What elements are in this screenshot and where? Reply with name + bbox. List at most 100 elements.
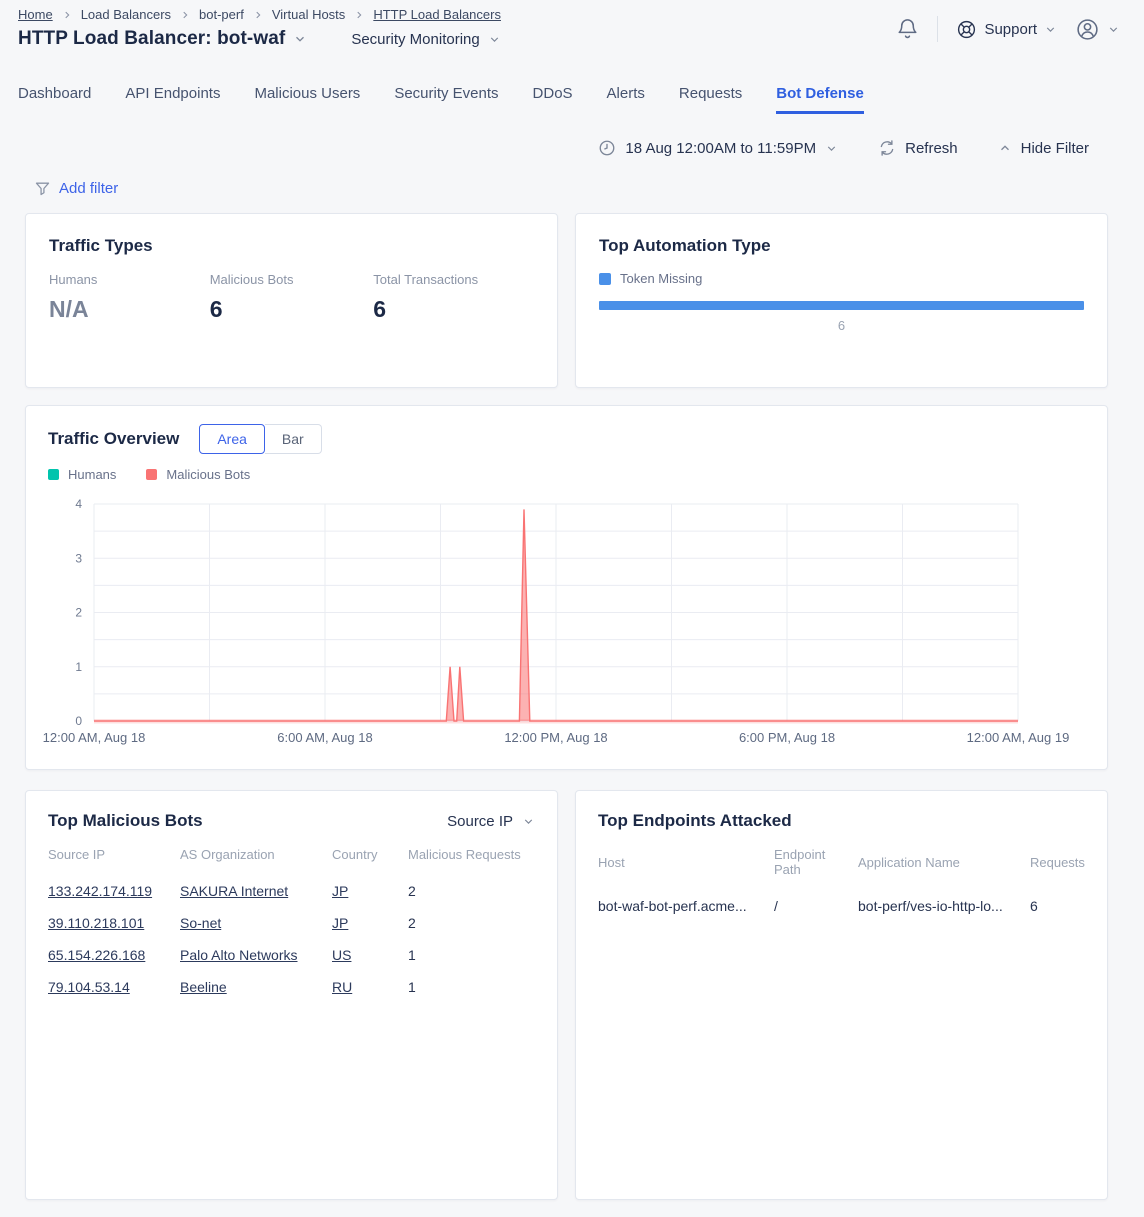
- add-filter-label: Add filter: [59, 180, 118, 197]
- traffic-types-title: Traffic Types: [49, 236, 534, 256]
- as-organization-link[interactable]: So-net: [180, 915, 221, 931]
- column-header: Host: [598, 847, 774, 890]
- tab-ddos[interactable]: DDoS: [533, 85, 573, 114]
- chevron-up-icon: [998, 141, 1012, 155]
- chevron-right-icon: [354, 10, 364, 20]
- top-endpoints-attacked-card: Top Endpoints Attacked Host Endpoint Pat…: [575, 790, 1108, 1200]
- table-header-row: Host Endpoint Path Application Name Requ…: [598, 847, 1085, 890]
- refresh-label: Refresh: [905, 140, 958, 157]
- header-divider: [937, 16, 938, 42]
- column-header: Source IP: [48, 847, 180, 875]
- breadcrumb-http-load-balancers[interactable]: HTTP Load Balancers: [373, 7, 501, 22]
- tab-malicious-users[interactable]: Malicious Users: [254, 85, 360, 114]
- traffic-overview-card: Traffic Overview Area Bar Humans Malicio…: [25, 405, 1108, 770]
- chart-view-toggle: Area Bar: [199, 424, 321, 454]
- malicious-requests-value: 1: [408, 979, 416, 995]
- top-endpoints-title: Top Endpoints Attacked: [598, 811, 792, 831]
- support-menu[interactable]: Support: [956, 19, 1057, 40]
- svg-text:4: 4: [75, 497, 82, 511]
- svg-text:6:00 AM, Aug 18: 6:00 AM, Aug 18: [277, 730, 372, 745]
- tab-alerts[interactable]: Alerts: [607, 85, 645, 114]
- bot-defense-dashboard: Home Load Balancers bot-perf Virtual Hos…: [0, 0, 1144, 1217]
- chevron-down-icon: [522, 815, 535, 828]
- date-range-picker[interactable]: 18 Aug 12:00AM to 11:59PM: [598, 139, 838, 157]
- as-organization-link[interactable]: Palo Alto Networks: [180, 947, 298, 963]
- monitoring-selector[interactable]: Security Monitoring: [351, 31, 500, 48]
- top-automation-title: Top Automation Type: [599, 236, 1084, 256]
- legend-swatch: [146, 469, 157, 480]
- view-toggle-area[interactable]: Area: [199, 424, 265, 454]
- hide-filter-button[interactable]: Hide Filter: [998, 140, 1089, 157]
- traffic-overview-title: Traffic Overview: [48, 429, 179, 449]
- chevron-down-icon[interactable]: [293, 32, 307, 46]
- legend-swatch: [599, 273, 611, 285]
- chevron-down-icon: [1107, 23, 1120, 36]
- refresh-button[interactable]: Refresh: [878, 139, 958, 157]
- table-row: bot-waf-bot-perf.acme... / bot-perf/ves-…: [598, 890, 1085, 922]
- monitoring-selector-label: Security Monitoring: [351, 31, 479, 48]
- metric-value: N/A: [49, 296, 210, 323]
- tab-dashboard[interactable]: Dashboard: [18, 85, 91, 114]
- country-link[interactable]: RU: [332, 979, 352, 995]
- malicious-requests-value: 1: [408, 947, 416, 963]
- chevron-right-icon: [180, 10, 190, 20]
- table-row: 79.104.53.14 Beeline RU 1: [48, 971, 535, 1003]
- column-header: Country: [332, 847, 408, 875]
- column-header: AS Organization: [180, 847, 332, 875]
- metric-total-transactions: Total Transactions 6: [373, 272, 534, 323]
- breadcrumb-home[interactable]: Home: [18, 7, 53, 22]
- as-organization-link[interactable]: SAKURA Internet: [180, 883, 288, 899]
- column-header: Application Name: [858, 847, 1030, 890]
- top-malicious-bots-header: Top Malicious Bots Source IP: [48, 811, 535, 831]
- source-ip-link[interactable]: 65.154.226.168: [48, 947, 145, 963]
- metric-value: 6: [210, 296, 374, 323]
- country-link[interactable]: US: [332, 947, 351, 963]
- legend-item-humans[interactable]: Humans: [48, 467, 116, 482]
- source-ip-link[interactable]: 39.110.218.101: [48, 915, 144, 931]
- source-ip-link[interactable]: 79.104.53.14: [48, 979, 130, 995]
- metric-malicious-bots: Malicious Bots 6: [210, 272, 374, 323]
- chevron-down-icon: [825, 142, 838, 155]
- automation-bar[interactable]: [599, 301, 1084, 310]
- group-by-select[interactable]: Source IP: [447, 813, 535, 830]
- breadcrumb-virtual-hosts[interactable]: Virtual Hosts: [272, 7, 345, 22]
- hide-filter-label: Hide Filter: [1021, 140, 1089, 157]
- svg-text:12:00 PM, Aug 18: 12:00 PM, Aug 18: [504, 730, 607, 745]
- traffic-overview-area-chart[interactable]: 0123412:00 AM, Aug 186:00 AM, Aug 1812:0…: [26, 491, 1109, 763]
- add-filter-button[interactable]: Add filter: [34, 180, 118, 197]
- support-label: Support: [984, 21, 1037, 38]
- account-menu[interactable]: [1075, 17, 1120, 42]
- svg-text:12:00 AM, Aug 18: 12:00 AM, Aug 18: [43, 730, 146, 745]
- notifications-bell-icon[interactable]: [896, 18, 919, 41]
- tab-security-events[interactable]: Security Events: [394, 85, 498, 114]
- traffic-types-card: Traffic Types Humans N/A Malicious Bots …: [25, 213, 558, 388]
- traffic-overview-legend: Humans Malicious Bots: [48, 467, 1085, 482]
- endpoints-table: Host Endpoint Path Application Name Requ…: [598, 847, 1085, 922]
- tab-api-endpoints[interactable]: API Endpoints: [125, 85, 220, 114]
- svg-text:0: 0: [75, 714, 82, 728]
- table-row: 133.242.174.119 SAKURA Internet JP 2: [48, 875, 535, 907]
- table-row: 65.154.226.168 Palo Alto Networks US 1: [48, 939, 535, 971]
- view-toggle-bar[interactable]: Bar: [265, 424, 322, 454]
- tab-requests[interactable]: Requests: [679, 85, 742, 114]
- group-by-label: Source IP: [447, 813, 513, 830]
- country-link[interactable]: JP: [332, 883, 348, 899]
- metric-humans: Humans N/A: [49, 272, 210, 323]
- malicious-requests-value: 2: [408, 883, 416, 899]
- country-link[interactable]: JP: [332, 915, 348, 931]
- traffic-overview-header: Traffic Overview Area Bar: [48, 424, 1085, 454]
- traffic-types-metrics: Humans N/A Malicious Bots 6 Total Transa…: [49, 272, 534, 323]
- legend-item-malicious-bots[interactable]: Malicious Bots: [146, 467, 250, 482]
- user-avatar-icon: [1075, 17, 1100, 42]
- breadcrumb: Home Load Balancers bot-perf Virtual Hos…: [18, 7, 501, 22]
- support-lifebuoy-icon: [956, 19, 977, 40]
- legend-swatch: [48, 469, 59, 480]
- top-malicious-bots-title: Top Malicious Bots: [48, 811, 203, 831]
- breadcrumb-load-balancers[interactable]: Load Balancers: [81, 7, 171, 22]
- source-ip-link[interactable]: 133.242.174.119: [48, 883, 152, 899]
- as-organization-link[interactable]: Beeline: [180, 979, 227, 995]
- tab-bot-defense[interactable]: Bot Defense: [776, 85, 864, 114]
- malicious-bots-table: Source IP AS Organization Country Malici…: [48, 847, 535, 1003]
- breadcrumb-bot-perf[interactable]: bot-perf: [199, 7, 244, 22]
- metric-label: Total Transactions: [373, 272, 534, 287]
